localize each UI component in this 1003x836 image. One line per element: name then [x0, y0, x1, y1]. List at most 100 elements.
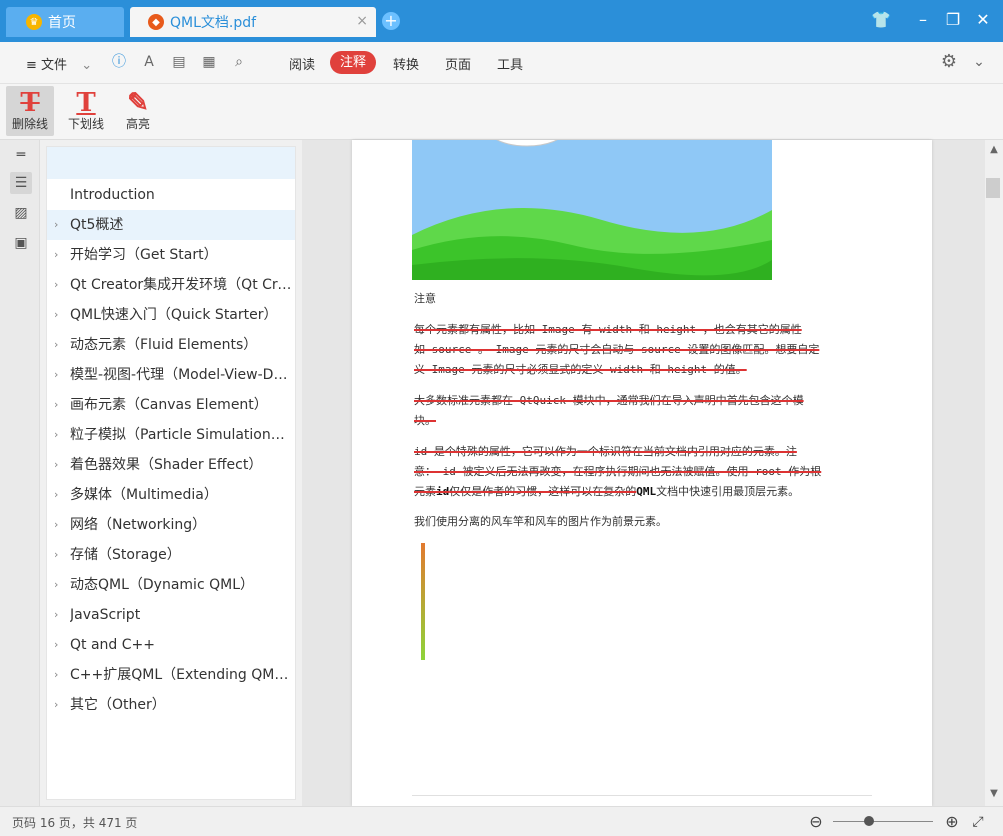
outline-item[interactable]: › Qt5概述	[47, 210, 295, 240]
outline-item[interactable]: Introduction	[47, 180, 295, 210]
search-icon[interactable]: ⌕	[230, 53, 248, 71]
strikethrough-button[interactable]: T 删除线	[6, 86, 54, 136]
document-icon[interactable]: ▤	[170, 53, 188, 71]
menu-bar: ≡ 文件 ⌄ ⓘ A ▤ ▦ ⌕ 阅读 注释 转换 页面 工具 ⚙ ⌄	[0, 42, 1003, 84]
status-bar: 页码 16 页，共 471 页 ⊖ ⊕ ⤢	[0, 806, 1003, 836]
outline-item[interactable]: › 多媒体（Multimedia）	[47, 480, 295, 510]
close-window-button[interactable]: ✕	[972, 10, 994, 29]
vertical-scrollbar[interactable]: ▲ ▼	[985, 140, 1003, 806]
chevron-down-icon: ⌄	[81, 58, 93, 73]
outline-item[interactable]: › 着色器效果（Shader Effect）	[47, 450, 295, 480]
chevron-right-icon[interactable]: ›	[54, 420, 58, 450]
paragraph-3-line-1: id 是个特殊的属性，它可以作为一个标识符在当前文档内引用对应的元素。注	[414, 445, 797, 458]
outline-item-label: JavaScript	[70, 607, 141, 623]
menu-page[interactable]: 页面	[445, 54, 471, 73]
outline-list-icon[interactable]: ☰	[10, 172, 32, 194]
outline-item-label: 着色器效果（Shader Effect）	[70, 457, 263, 473]
scroll-thumb[interactable]	[986, 178, 1000, 198]
outline-item-label: C++扩展QML（Extending QML w…	[70, 667, 292, 683]
chevron-right-icon[interactable]: ›	[54, 300, 58, 330]
outline-item-label: Qt Creator集成开发环境（Qt Creat…	[70, 277, 292, 293]
chevron-right-icon[interactable]: ›	[54, 210, 58, 240]
tab-document[interactable]: ◆ QML文档.pdf ×	[130, 7, 376, 37]
chevron-right-icon[interactable]: ›	[54, 600, 58, 630]
chevron-right-icon[interactable]: ›	[54, 690, 58, 720]
fullscreen-icon[interactable]: ⤢	[968, 812, 988, 832]
outline-item[interactable]: › Qt Creator集成开发环境（Qt Creat…	[47, 270, 295, 300]
zoom-in-icon[interactable]: ⊕	[942, 812, 962, 832]
skin-icon[interactable]: 👕	[870, 10, 892, 29]
scroll-down-icon[interactable]: ▼	[985, 788, 1003, 799]
outline-item[interactable]: › 动态元素（Fluid Elements）	[47, 330, 295, 360]
tab-home[interactable]: ♛ 首页	[6, 7, 124, 37]
drag-handle-icon[interactable]: ═	[10, 144, 32, 166]
chevron-right-icon[interactable]: ›	[54, 360, 58, 390]
info-icon[interactable]: ⓘ	[110, 53, 128, 71]
outline-item[interactable]: › QML快速入门（Quick Starter）	[47, 300, 295, 330]
menu-convert[interactable]: 转换	[393, 54, 419, 73]
outline-item-label: Introduction	[70, 187, 155, 203]
underline-icon: T	[76, 88, 96, 118]
outline-item[interactable]: › 网络（Networking）	[47, 510, 295, 540]
outline-item-label: 动态元素（Fluid Elements）	[70, 337, 258, 353]
paragraph-3-line-3: 元素id仅仅是作者的习惯，这样可以在复杂的QML文档中快速引用最顶层元素。	[414, 482, 799, 502]
chevron-right-icon[interactable]: ›	[54, 240, 58, 270]
paragraph-3-part-d: QML	[636, 485, 657, 498]
zoom-out-icon[interactable]: ⊖	[806, 812, 826, 832]
new-tab-button[interactable]: +	[382, 12, 400, 30]
chevron-right-icon[interactable]: ›	[54, 630, 58, 660]
zoom-slider[interactable]	[833, 821, 933, 822]
scroll-up-icon[interactable]: ▲	[985, 144, 1003, 155]
menu-annotate[interactable]: 注释	[330, 51, 376, 74]
outline-item[interactable]: › C++扩展QML（Extending QML w…	[47, 660, 295, 690]
chevron-right-icon[interactable]: ›	[54, 330, 58, 360]
outline-item[interactable]: › 其它（Other）	[47, 690, 295, 720]
outline-item-label: 画布元素（Canvas Element）	[70, 397, 268, 413]
thumbnail-image-icon[interactable]: ▨	[10, 202, 32, 224]
outline-item-label: 模型-视图-代理（Model-View-Dele…	[70, 367, 292, 383]
underline-button[interactable]: T 下划线	[62, 86, 110, 136]
tab-document-label: QML文档.pdf	[170, 15, 257, 31]
chevron-right-icon[interactable]: ›	[54, 570, 58, 600]
chevron-right-icon[interactable]: ›	[54, 270, 58, 300]
restore-button[interactable]: ❐	[942, 10, 964, 29]
outline-item[interactable]: › 开始学习（Get Start）	[47, 240, 295, 270]
paragraph-1-line-2: 如 source 。 Image 元素的尺寸会自动与 source 设置的图像匹…	[414, 343, 820, 356]
tab-close-icon[interactable]: ×	[356, 13, 368, 29]
outline-item-label: Qt and C++	[70, 637, 155, 653]
gear-icon[interactable]: ⚙	[940, 53, 958, 71]
highlighter-icon: ✎	[127, 88, 149, 118]
chevron-down-icon[interactable]: ⌄	[970, 53, 988, 71]
outline-item[interactable]: › 粒子模拟（Particle Simulations）	[47, 420, 295, 450]
outline-item[interactable]: › 动态QML（Dynamic QML）	[47, 570, 295, 600]
crown-icon: ♛	[26, 14, 42, 30]
page-icon[interactable]: ▦	[200, 53, 218, 71]
paragraph-3-line-2: 意： id 被定义后无法再改变，在程序执行期间也无法被赋值。使用 root 作为…	[414, 465, 822, 478]
outline-item-label: 网络（Networking）	[70, 517, 207, 533]
outline-item-label: Qt5概述	[70, 217, 124, 233]
word-convert-icon[interactable]: ▣	[10, 232, 32, 254]
outline-item[interactable]: › JavaScript	[47, 600, 295, 630]
zoom-slider-knob[interactable]	[864, 816, 874, 826]
file-menu-button[interactable]: ≡ 文件 ⌄	[26, 54, 92, 73]
outline-item-label: 粒子模拟（Particle Simulations）	[70, 427, 292, 443]
pdf-page: 注意 每个元素都有属性，比如 Image 有 width 和 height ，也…	[352, 140, 932, 806]
outline-item[interactable]: › 模型-视图-代理（Model-View-Dele…	[47, 360, 295, 390]
menu-read[interactable]: 阅读	[289, 54, 315, 73]
chevron-right-icon[interactable]: ›	[54, 510, 58, 540]
font-size-icon[interactable]: A	[140, 53, 158, 71]
chevron-right-icon[interactable]: ›	[54, 480, 58, 510]
menu-tools[interactable]: 工具	[497, 54, 523, 73]
chevron-right-icon[interactable]: ›	[54, 450, 58, 480]
highlight-button[interactable]: ✎ 高亮	[114, 86, 162, 136]
outline-item[interactable]: › 存储（Storage）	[47, 540, 295, 570]
minimize-button[interactable]: –	[912, 10, 934, 29]
outline-item[interactable]: › Qt and C++	[47, 630, 295, 660]
outline-item[interactable]: › 画布元素（Canvas Element）	[47, 390, 295, 420]
paragraph-2-line-1: 大多数标准元素都在 QtQuick 模块中，通常我们在导入声明中首先包含这个模	[414, 394, 804, 407]
chevron-right-icon[interactable]: ›	[54, 540, 58, 570]
outline-item-label: 动态QML（Dynamic QML）	[70, 577, 254, 593]
landscape-image	[412, 140, 772, 280]
chevron-right-icon[interactable]: ›	[54, 390, 58, 420]
chevron-right-icon[interactable]: ›	[54, 660, 58, 690]
